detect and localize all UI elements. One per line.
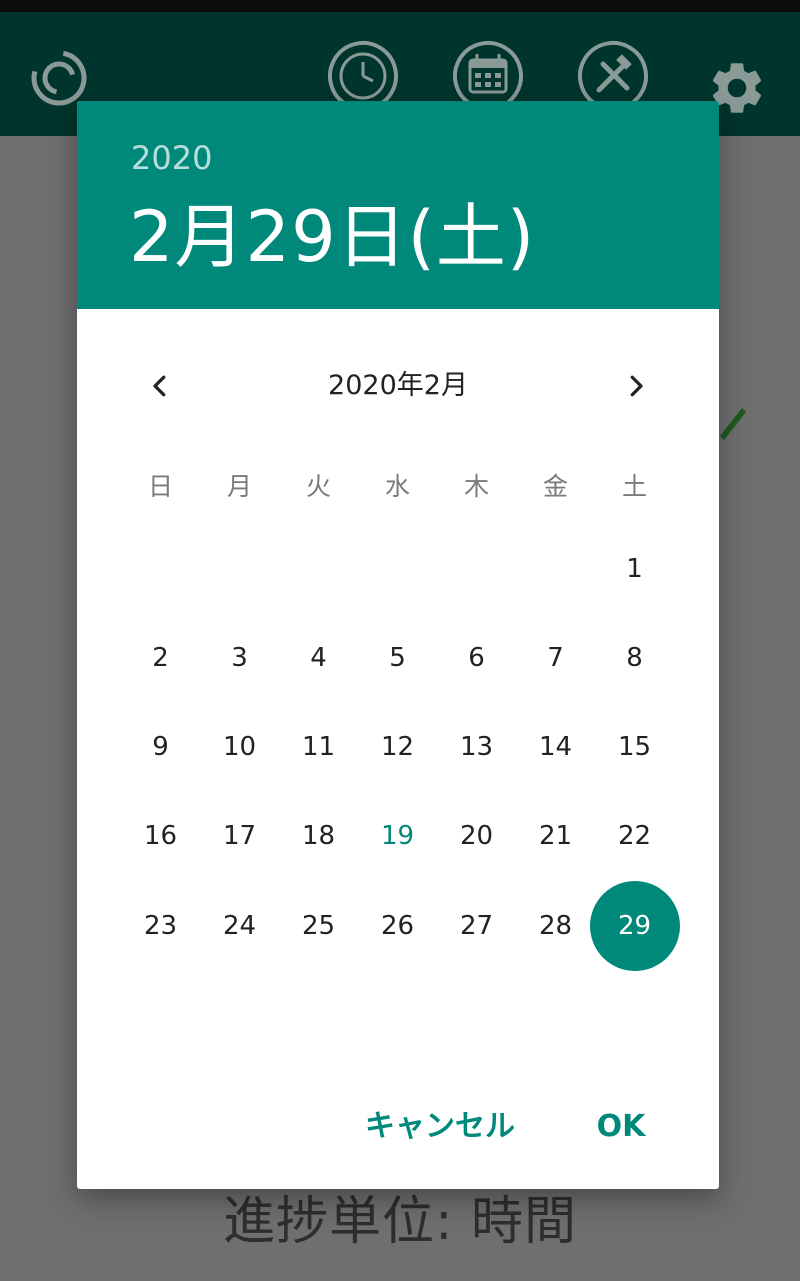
day-number: 23 [143, 911, 178, 941]
day-cell[interactable]: 13 [437, 717, 516, 777]
day-cell-today[interactable]: 19 [358, 806, 437, 866]
month-navigation: 2020年2月 [77, 351, 719, 421]
day-cell[interactable]: 21 [516, 806, 595, 866]
day-number: 5 [389, 643, 406, 673]
day-cell[interactable]: 15 [595, 717, 674, 777]
week-row: 2 3 4 5 6 7 8 [121, 628, 675, 688]
day-cell-selected[interactable]: 29 [590, 881, 680, 971]
day-number: 4 [310, 643, 327, 673]
day-number: 1 [626, 554, 643, 584]
chevron-right-icon [630, 375, 643, 397]
weekday-label: 火 [305, 472, 331, 501]
day-number: 3 [231, 643, 248, 673]
day-cell[interactable]: 18 [279, 806, 358, 866]
day-cell[interactable]: 10 [200, 717, 279, 777]
next-month-button[interactable] [601, 351, 671, 421]
day-cell[interactable]: 11 [279, 717, 358, 777]
header-year[interactable]: 2020 [131, 139, 212, 177]
week-row: 16 17 18 19 20 21 22 [121, 806, 675, 866]
day-cell[interactable]: 12 [358, 717, 437, 777]
day-cell[interactable]: 20 [437, 806, 516, 866]
weekday-label: 月 [226, 472, 252, 501]
previous-month-button[interactable] [125, 351, 195, 421]
day-number: 19 [380, 821, 415, 851]
weekday-label: 日 [147, 472, 173, 501]
day-number: 2 [152, 643, 169, 673]
day-number: 25 [301, 911, 336, 941]
day-cell[interactable]: 8 [595, 628, 674, 688]
day-cell[interactable]: 25 [279, 896, 358, 956]
day-number: 21 [538, 821, 573, 851]
day-cell[interactable]: 24 [200, 896, 279, 956]
day-cell[interactable]: 26 [358, 896, 437, 956]
day-number: 9 [152, 732, 169, 762]
day-cell[interactable]: 22 [595, 806, 674, 866]
day-number: 29 [617, 911, 652, 941]
day-cell[interactable]: 6 [437, 628, 516, 688]
weekday-label: 金 [542, 472, 568, 501]
day-number: 15 [617, 732, 652, 762]
day-number: 26 [380, 911, 415, 941]
status-bar [0, 0, 800, 12]
weekday-header-row: 日 月 火 水 木 金 土 [121, 457, 675, 517]
day-cell[interactable]: 9 [121, 717, 200, 777]
day-number: 7 [547, 643, 564, 673]
progress-unit-text: 進捗単位: 時間 [222, 1192, 578, 1252]
day-number: 8 [626, 643, 643, 673]
week-row: 1 [121, 539, 675, 599]
day-number: 22 [617, 821, 652, 851]
day-number: 27 [459, 911, 494, 941]
progress-ring-icon[interactable] [30, 49, 88, 107]
dialog-header: 2020 2月29日(土) [77, 101, 719, 309]
day-cell[interactable]: 3 [200, 628, 279, 688]
day-number: 24 [222, 911, 257, 941]
day-cell[interactable]: 27 [437, 896, 516, 956]
day-number: 20 [459, 821, 494, 851]
header-selected-date[interactable]: 2月29日(土) [129, 181, 535, 282]
chevron-left-icon [153, 375, 166, 397]
day-cell[interactable]: 1 [595, 539, 674, 599]
day-cell[interactable]: 2 [121, 628, 200, 688]
day-number: 10 [222, 732, 257, 762]
weekday-label: 木 [463, 472, 489, 501]
day-cell[interactable]: 28 [516, 896, 595, 956]
day-cell[interactable]: 4 [279, 628, 358, 688]
day-cell[interactable]: 14 [516, 717, 595, 777]
day-number: 13 [459, 732, 494, 762]
date-picker-dialog: 2020 2月29日(土) 2020年2月 日 月 火 水 木 金 土 1234… [77, 101, 719, 1189]
week-row: 23 24 25 26 27 28 29 [121, 881, 680, 971]
day-number: 14 [538, 732, 573, 762]
week-row: 9 10 11 12 13 14 15 [121, 717, 675, 777]
day-cell[interactable]: 5 [358, 628, 437, 688]
day-number: 11 [301, 732, 336, 762]
day-number: 12 [380, 732, 415, 762]
day-number: 18 [301, 821, 336, 851]
day-number: 28 [538, 911, 573, 941]
ok-button[interactable]: OK [585, 1096, 657, 1158]
weekday-label: 水 [384, 472, 410, 501]
day-cell[interactable]: 7 [516, 628, 595, 688]
cancel-button[interactable]: キャンセル [355, 1096, 525, 1158]
day-number: 6 [468, 643, 485, 673]
weekday-label: 土 [621, 472, 647, 501]
month-title: 2020年2月 [328, 370, 468, 401]
day-cell[interactable]: 17 [200, 806, 279, 866]
dialog-actions: キャンセル OK [77, 1096, 719, 1158]
day-cell[interactable]: 23 [121, 896, 200, 956]
day-cell[interactable]: 16 [121, 806, 200, 866]
day-number: 17 [222, 821, 257, 851]
day-number: 16 [143, 821, 178, 851]
